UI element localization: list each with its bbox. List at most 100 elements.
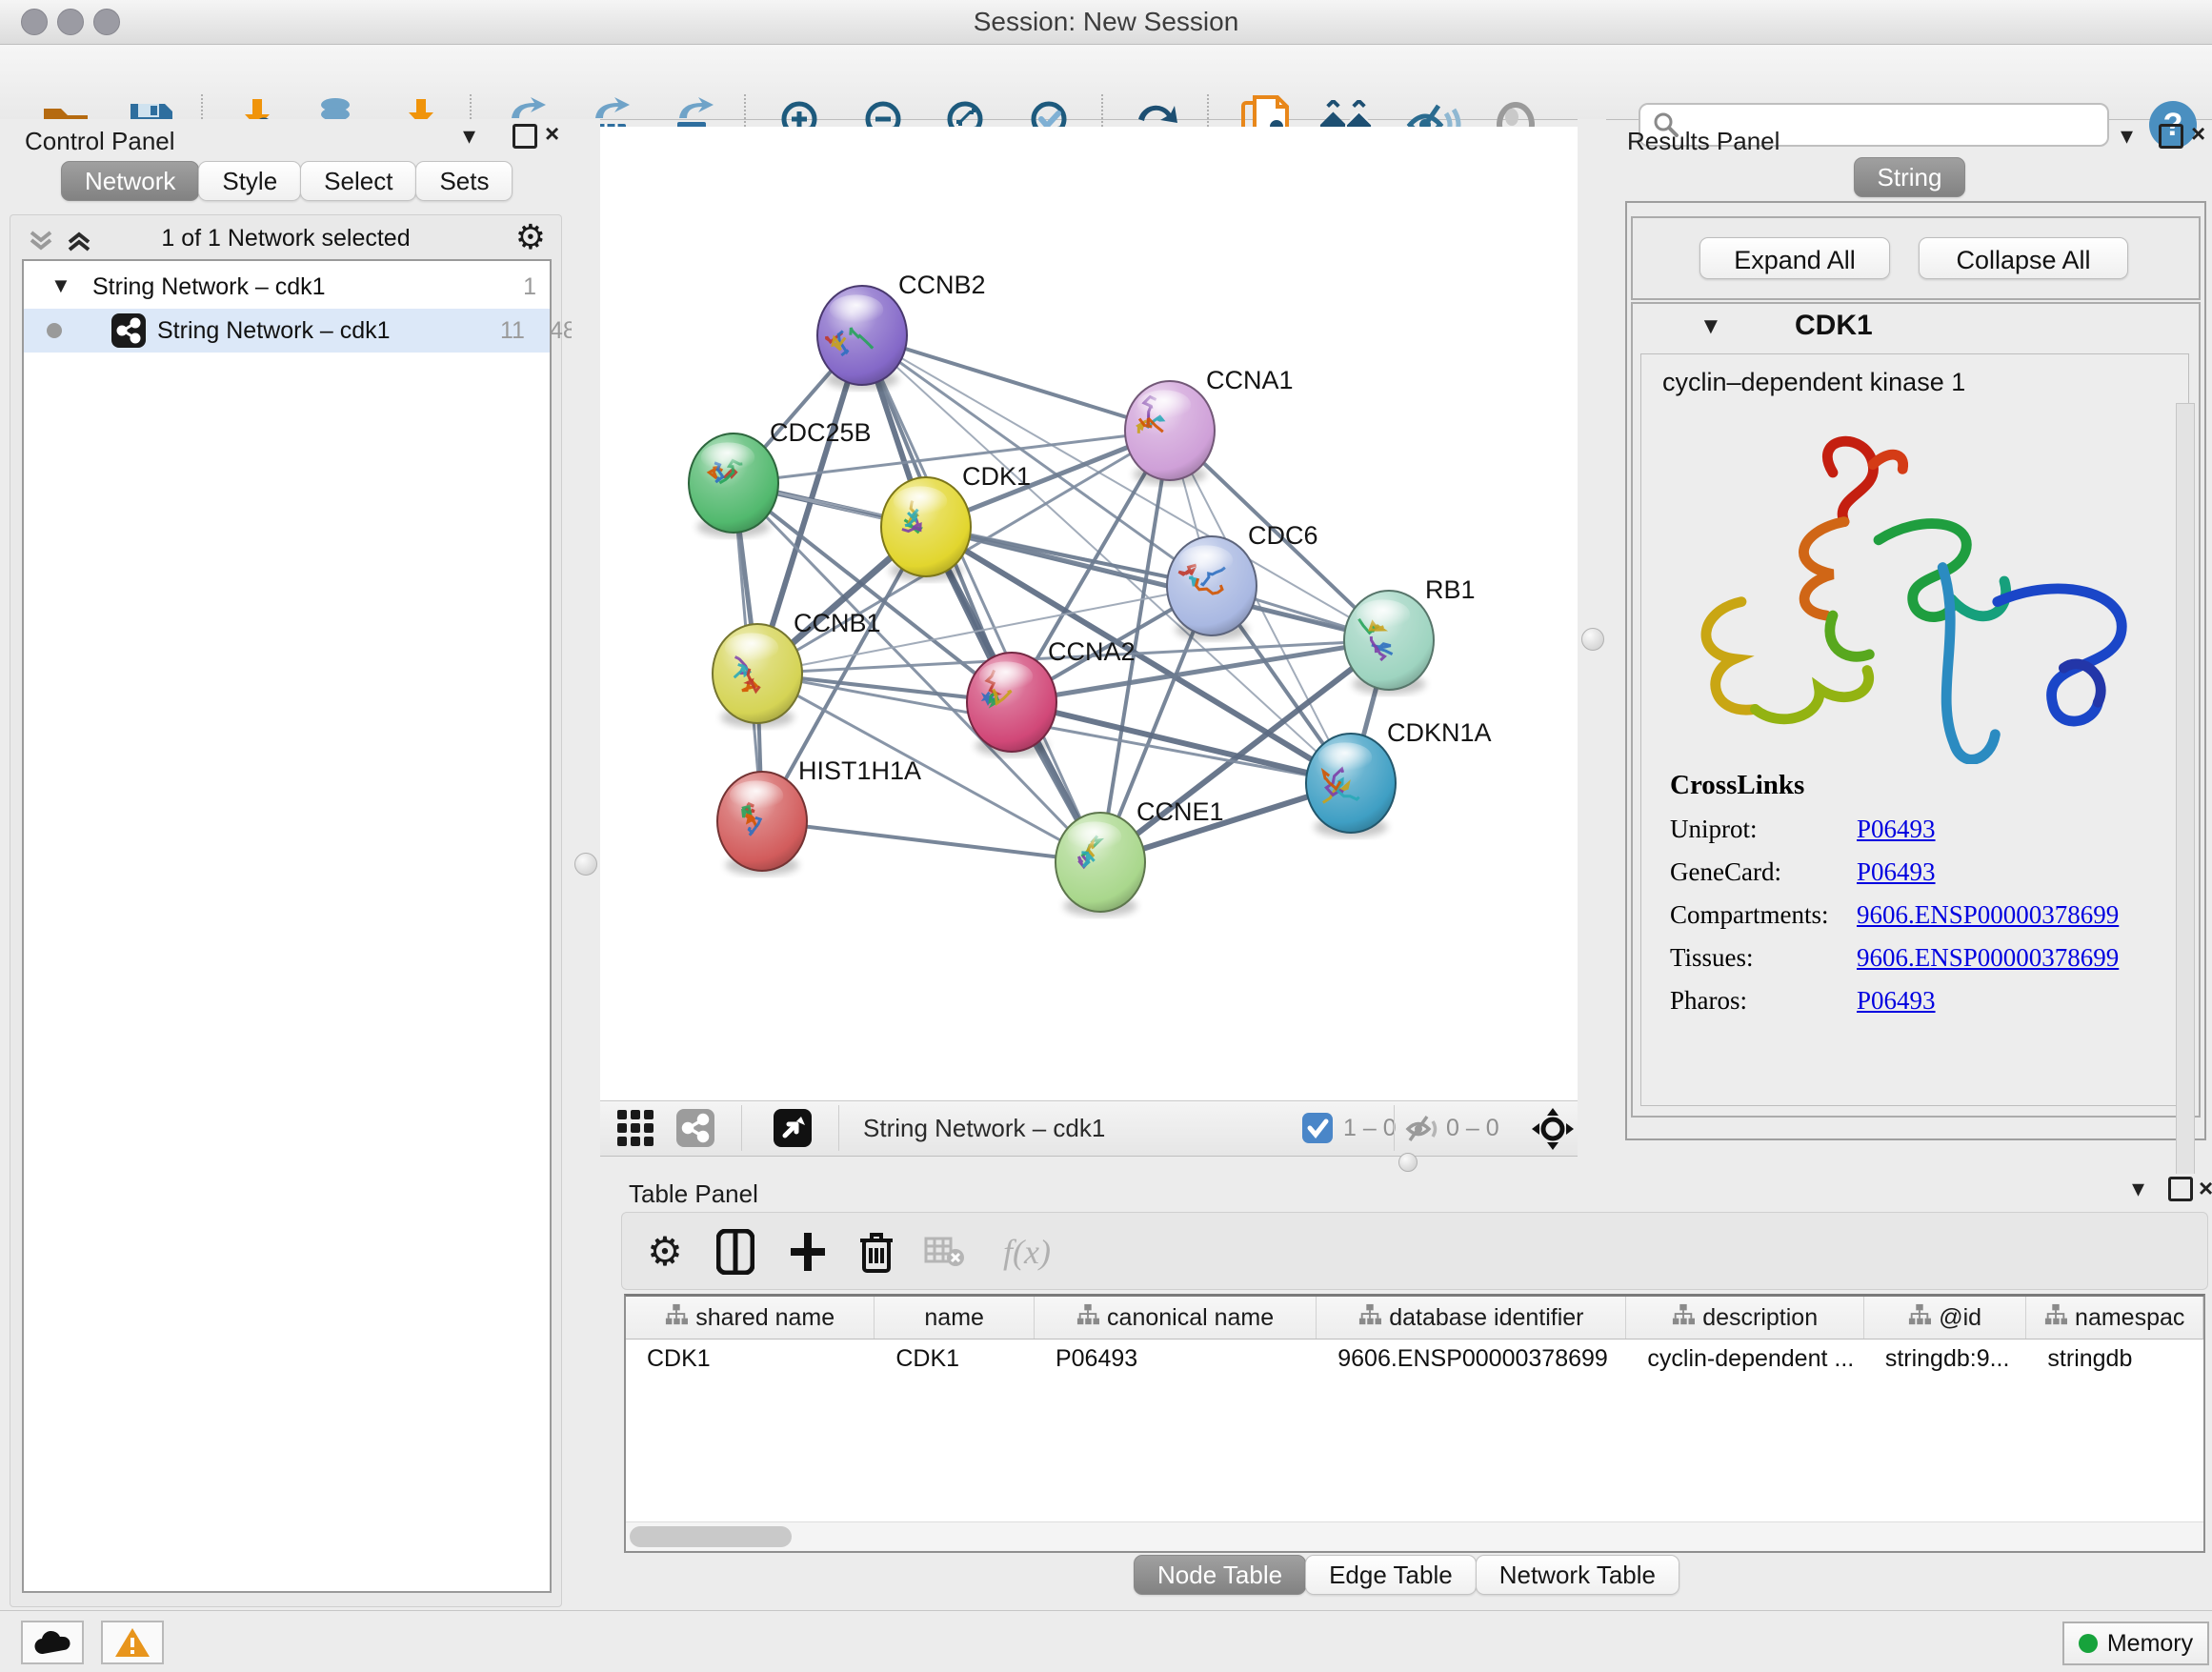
create-column-icon[interactable] <box>782 1226 834 1278</box>
table-h-scrollbar[interactable] <box>626 1521 2203 1551</box>
tab-sets[interactable]: Sets <box>415 161 513 201</box>
column-header-@id[interactable]: @id <box>1864 1297 2027 1339</box>
collection-expand-icon[interactable]: ▼ <box>50 273 71 298</box>
expand-all-button[interactable]: Expand All <box>1699 237 1890 279</box>
network-tab-content: 1 of 1 Network selected ⚙ ▼ String Netwo… <box>10 214 562 1607</box>
crosslink-label: Tissues: <box>1670 943 1857 973</box>
table-cell[interactable]: cyclin-dependent ... <box>1626 1340 1863 1378</box>
column-header-label: @id <box>1939 1304 1981 1332</box>
crosslink-link[interactable]: 9606.ENSP00000378699 <box>1857 943 2119 972</box>
column-header-name[interactable]: name <box>875 1297 1035 1339</box>
fit-content-target-icon[interactable] <box>1532 1108 1574 1155</box>
control-panel-close-icon[interactable]: × <box>545 119 559 148</box>
table-panel-close-icon[interactable]: × <box>2199 1174 2212 1202</box>
network-tree: ▼ String Network – cdk1 1 String Network… <box>22 259 552 1593</box>
entry-collapse-icon[interactable]: ▼ <box>1699 313 1722 340</box>
column-header-label: database identifier <box>1389 1304 1583 1332</box>
string-results-box: Expand All Collapse All ▼ CDK1 cyclin–de… <box>1625 201 2206 1140</box>
collection-label: String Network – cdk1 <box>92 273 326 301</box>
collapse-all-button[interactable]: Collapse All <box>1919 237 2128 279</box>
node-entry-header[interactable]: ▼ CDK1 <box>1633 304 2199 348</box>
string-view-icon[interactable] <box>676 1109 714 1147</box>
network-collection-row[interactable]: ▼ String Network – cdk1 1 <box>24 265 550 309</box>
column-header-namespac[interactable]: namespac <box>2026 1297 2203 1339</box>
column-header-canonical-name[interactable]: canonical name <box>1035 1297 1317 1339</box>
network-options-gear-icon[interactable]: ⚙ <box>515 221 546 255</box>
cloud-button[interactable] <box>21 1621 84 1664</box>
hidden-eye-icon[interactable] <box>1405 1113 1441 1150</box>
tab-style[interactable]: Style <box>198 161 301 201</box>
table-panel-collapse-icon[interactable]: ▾ <box>2132 1174 2144 1202</box>
network-node-CDK1[interactable]: CDK1 <box>881 462 1031 581</box>
network-node-RB1[interactable]: RB1 <box>1344 575 1476 695</box>
right-splitter[interactable] <box>1578 119 1606 1155</box>
network-row[interactable]: String Network – cdk1 11 48 <box>24 309 550 353</box>
results-scrollbar[interactable] <box>2176 403 2195 1217</box>
tab-node-table[interactable]: Node Table <box>1134 1555 1306 1595</box>
birds-eye-view-icon[interactable] <box>774 1109 812 1147</box>
table-h-scrollbar-thumb[interactable] <box>630 1526 792 1547</box>
network-edge[interactable] <box>762 821 1100 862</box>
memory-button[interactable]: Memory <box>2062 1622 2209 1665</box>
grid-view-icon[interactable] <box>617 1110 657 1153</box>
network-node-CDKN1A[interactable]: CDKN1A <box>1306 718 1492 837</box>
column-header-shared-name[interactable]: shared name <box>626 1297 875 1339</box>
control-panel-float-icon[interactable] <box>513 124 537 149</box>
table-cell[interactable]: CDK1 <box>875 1340 1035 1378</box>
column-header-database-identifier[interactable]: database identifier <box>1317 1297 1626 1339</box>
crosslink-link[interactable]: P06493 <box>1857 815 1936 843</box>
tab-network[interactable]: Network <box>61 161 199 201</box>
window-title: Session: New Session <box>0 7 2212 37</box>
network-edge[interactable] <box>862 335 1170 431</box>
show-columns-icon[interactable] <box>710 1226 761 1278</box>
crosslink-row: Compartments:9606.ENSP00000378699 <box>1670 900 2119 930</box>
crosslink-link[interactable]: 9606.ENSP00000378699 <box>1857 900 2119 929</box>
column-header-description[interactable]: description <box>1626 1297 1863 1339</box>
table-cell[interactable]: stringdb <box>2026 1340 2203 1378</box>
crosslink-link[interactable]: P06493 <box>1857 857 1936 886</box>
string-network-icon <box>111 313 146 348</box>
tab-string[interactable]: String <box>1854 157 1966 197</box>
crosslink-link[interactable]: P06493 <box>1857 986 1936 1015</box>
horizontal-splitter-handle[interactable] <box>1398 1153 1418 1172</box>
tab-select[interactable]: Select <box>300 161 416 201</box>
left-splitter[interactable] <box>572 119 600 1606</box>
network-node-CDC6[interactable]: CDC6 <box>1167 521 1318 640</box>
network-edge[interactable] <box>926 527 1389 640</box>
column-header-label: canonical name <box>1107 1304 1274 1332</box>
network-canvas[interactable]: CCNB2CCNA1CDC25BCDK1CDC6RB1CCNB1CCNA2CDK… <box>600 127 1578 1100</box>
table-panel-float-icon[interactable] <box>2168 1177 2193 1201</box>
function-builder-icon[interactable]: f(x) <box>989 1226 1065 1278</box>
network-node-HIST1H1A[interactable]: HIST1H1A <box>717 756 921 876</box>
node-label: CDK1 <box>962 462 1031 491</box>
column-header-label: shared name <box>695 1304 835 1332</box>
selected-checkbox-icon[interactable] <box>1302 1113 1333 1143</box>
node-result-entry: ▼ CDK1 cyclin–dependent kinase 1 <box>1631 302 2201 1118</box>
table-cell[interactable]: 9606.ENSP00000378699 <box>1317 1340 1626 1378</box>
table-options-gear-icon[interactable]: ⚙ <box>639 1226 691 1278</box>
warning-button[interactable] <box>101 1621 164 1664</box>
right-splitter-handle[interactable] <box>1581 628 1604 651</box>
table-cell[interactable]: stringdb:9... <box>1864 1340 2027 1378</box>
table-cell[interactable]: CDK1 <box>626 1340 875 1378</box>
clear-table-icon[interactable] <box>919 1226 971 1278</box>
results-panel-close-icon[interactable]: × <box>2191 119 2205 148</box>
crosslink-label: Pharos: <box>1670 986 1857 1016</box>
table-cell[interactable]: P06493 <box>1035 1340 1317 1378</box>
network-view-toolbar: String Network – cdk1 1 – 0 0 – 0 <box>600 1100 1578 1157</box>
network-node-CCNE1[interactable]: CCNE1 <box>1056 797 1224 917</box>
shared-column-icon <box>1076 1303 1099 1333</box>
control-panel-title: Control Panel <box>25 127 175 156</box>
tab-network-table[interactable]: Network Table <box>1476 1555 1679 1595</box>
table-panel: Table Panel ▾ × ⚙ f(x) shared namenameca… <box>600 1174 2212 1606</box>
delete-column-icon[interactable] <box>851 1226 902 1278</box>
entry-gene-name: CDK1 <box>1795 310 1873 342</box>
results-panel-collapse-icon[interactable]: ▾ <box>2121 121 2133 150</box>
results-panel-float-icon[interactable] <box>2159 124 2183 149</box>
network-view-title: String Network – cdk1 <box>863 1114 1105 1143</box>
left-splitter-handle[interactable] <box>574 853 597 876</box>
control-panel-collapse-icon[interactable]: ▾ <box>463 121 475 150</box>
horizontal-splitter[interactable] <box>600 1155 2212 1174</box>
table-row[interactable]: CDK1CDK1P064939606.ENSP00000378699cyclin… <box>626 1340 2203 1378</box>
tab-edge-table[interactable]: Edge Table <box>1305 1555 1477 1595</box>
